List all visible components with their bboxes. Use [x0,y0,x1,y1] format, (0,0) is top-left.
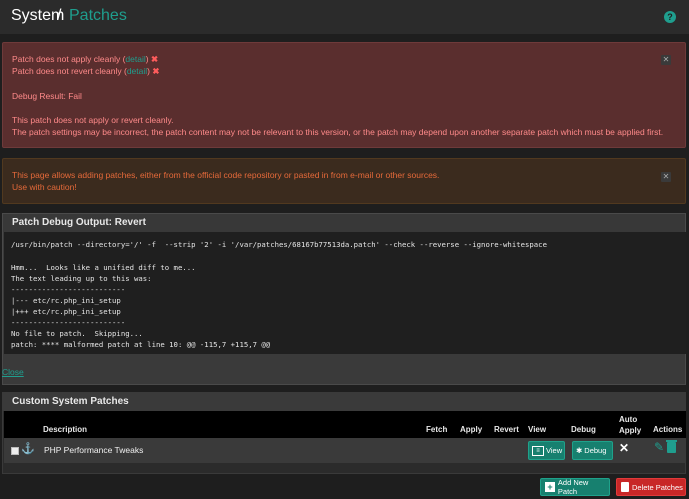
table-header: Description Fetch Apply Revert View Debu… [4,411,686,438]
bug-icon: ✱ [576,446,583,455]
warning-line-2: Use with caution! [12,182,77,192]
code-line: Hmm... Looks like a unified diff to me..… [11,263,196,272]
code-line: |--- etc/rc.php_ini_setup [11,296,121,305]
help-icon[interactable]: ? [664,11,676,23]
table-row: ⚓ PHP Performance Tweaks ≡ View ✱ Debug ✕ … [4,438,686,463]
code-line: -------------------------- [11,318,126,327]
view-button[interactable]: ≡ View [528,441,565,460]
close-icon[interactable]: ✕ [661,172,671,182]
revert-status-text: Patch does not revert cleanly ( [12,66,127,76]
error-message-1: This patch does not apply or revert clea… [12,115,174,125]
code-line: patch: **** malformed patch at line 10: … [11,340,271,349]
debug-label: Debug [584,446,607,455]
breadcrumb-patches[interactable]: Patches [69,7,127,25]
code-line: No file to patch. Skipping... [11,329,143,338]
col-auto-apply: Apply [619,426,642,435]
apply-status-line: Patch does not apply cleanly (detail) ✖ [12,54,158,65]
delete-label: Delete Patches [632,482,683,492]
breadcrumb-separator: / [57,7,62,24]
revert-status-line: Patch does not revert cleanly (detail) ✖ [12,66,159,77]
panel-title: Patch Debug Output: Revert [3,214,685,232]
row-checkbox[interactable] [11,447,19,455]
warning-line-1: This page allows adding patches, either … [12,170,440,180]
code-line: |+++ etc/rc.php_ini_setup [11,307,121,316]
debug-output: /usr/bin/patch --directory='/' -f --stri… [4,232,686,354]
panel-title: Custom System Patches [3,393,685,411]
delete-patches-button[interactable]: Delete Patches [616,478,686,496]
col-fetch: Fetch [426,425,448,434]
auto-apply-x-icon: ✕ [619,441,630,455]
col-revert: Revert [494,425,519,434]
custom-patches-panel: Custom System Patches Description Fetch … [2,392,686,474]
add-new-patch-button[interactable]: + Add New Patch [540,478,610,496]
fail-x-icon: ✖ [152,66,160,76]
patch-description: PHP Performance Tweaks [44,445,144,455]
add-label: Add New Patch [557,478,589,496]
edit-icon[interactable]: ✎ [654,440,664,454]
close-debug-link[interactable]: Close [2,367,24,377]
revert-detail-link[interactable]: detail [127,66,147,76]
col-apply: Apply [460,425,483,434]
col-description: Description [43,425,88,434]
apply-status-text: Patch does not apply cleanly ( [12,54,126,64]
debug-output-panel: Patch Debug Output: Revert /usr/bin/patc… [2,213,686,385]
code-line: -------------------------- [11,285,126,294]
anchor-icon[interactable]: ⚓ [21,442,35,455]
code-line: The text leading up to this was: [11,274,152,283]
error-alert: Patch does not apply cleanly (detail) ✖ … [2,42,686,148]
col-actions: Actions [653,425,683,434]
apply-detail-link[interactable]: detail [125,54,145,64]
view-label: View [546,446,563,455]
warning-alert: This page allows adding patches, either … [2,158,686,204]
trash-icon[interactable] [666,440,677,453]
code-line: /usr/bin/patch --directory='/' -f --stri… [11,240,547,249]
close-icon[interactable]: ✕ [661,55,671,65]
fail-x-icon: ✖ [150,54,159,64]
page-header: System / Patches ? [0,0,689,34]
view-icon: ≡ [532,445,544,456]
plus-icon: + [545,482,555,492]
col-view: View [528,425,547,434]
debug-button[interactable]: ✱ Debug [572,441,613,460]
paren: ) [145,54,149,64]
col-auto: Auto [619,415,638,424]
trash-icon [621,482,629,492]
col-debug: Debug [571,425,596,434]
debug-result: Debug Result: Fail [12,91,82,101]
error-message-2: The patch settings may be incorrect, the… [12,127,664,137]
paren: ) [147,66,150,76]
